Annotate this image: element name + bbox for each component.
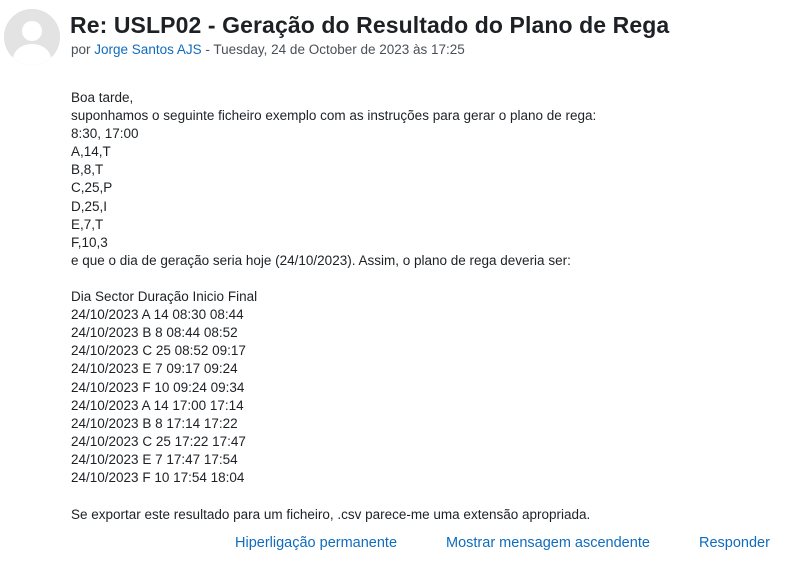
content-line: Boa tarde, — [71, 90, 134, 105]
show-parent-link[interactable]: Mostrar mensagem ascendente — [446, 535, 650, 551]
byline-separator: - — [205, 42, 210, 57]
reply-link[interactable]: Responder — [699, 535, 770, 551]
content-line: suponhamos o seguinte ficheiro exemplo c… — [71, 108, 597, 124]
schedule-row: 24/10/2023 F 10 09:24 09:34 — [71, 379, 245, 395]
schedule-row: 24/10/2023 B 8 08:44 08:52 — [71, 325, 238, 341]
user-silhouette-icon — [4, 9, 60, 65]
post-content: Boa tarde, suponhamos o seguinte ficheir… — [71, 89, 596, 487]
content-line: C,25,P — [71, 180, 113, 196]
schedule-row: 24/10/2023 E 7 17:47 17:54 — [71, 451, 238, 467]
content-line: F,10,3 — [71, 234, 108, 250]
content-line: D,25,I — [71, 198, 108, 214]
content-line: B,8,T — [71, 162, 104, 178]
user-avatar-icon[interactable] — [4, 9, 60, 65]
content-line: A,14,T — [71, 144, 111, 160]
permalink-link[interactable]: Hiperligação permanente — [235, 535, 397, 551]
content-line: E,7,T — [71, 216, 104, 232]
schedule-row: 24/10/2023 E 7 09:17 09:24 — [71, 361, 238, 377]
content-line: e que o dia de geração seria hoje (24/10… — [71, 252, 571, 268]
post-date: Tuesday, 24 de October de 2023 às 17:25 — [213, 42, 465, 57]
byline-prefix: por — [71, 42, 91, 57]
schedule-row: 24/10/2023 C 25 17:22 17:47 — [71, 433, 246, 449]
post-byline: por Jorge Santos AJS - Tuesday, 24 de Oc… — [71, 42, 465, 57]
post-subject: Re: USLP02 - Geração do Resultado do Pla… — [70, 12, 670, 38]
schedule-header: Dia Sector Duração Inicio Final — [71, 289, 258, 305]
closing-text: Se exportar este resultado para um fiche… — [71, 507, 591, 522]
schedule-row: 24/10/2023 A 14 08:30 08:44 — [71, 307, 244, 323]
forum-post: Re: USLP02 - Geração do Resultado do Pla… — [0, 0, 799, 564]
schedule-row: 24/10/2023 A 14 17:00 17:14 — [71, 397, 244, 413]
schedule-row: 24/10/2023 C 25 08:52 09:17 — [71, 343, 246, 359]
schedule-row: 24/10/2023 F 10 17:54 18:04 — [71, 469, 245, 485]
author-link[interactable]: Jorge Santos AJS — [94, 42, 201, 57]
schedule-row: 24/10/2023 B 8 17:14 17:22 — [71, 415, 238, 431]
post-commands: Hiperligação permanente Mostrar mensagem… — [0, 535, 799, 555]
content-line: 8:30, 17:00 — [71, 126, 139, 142]
